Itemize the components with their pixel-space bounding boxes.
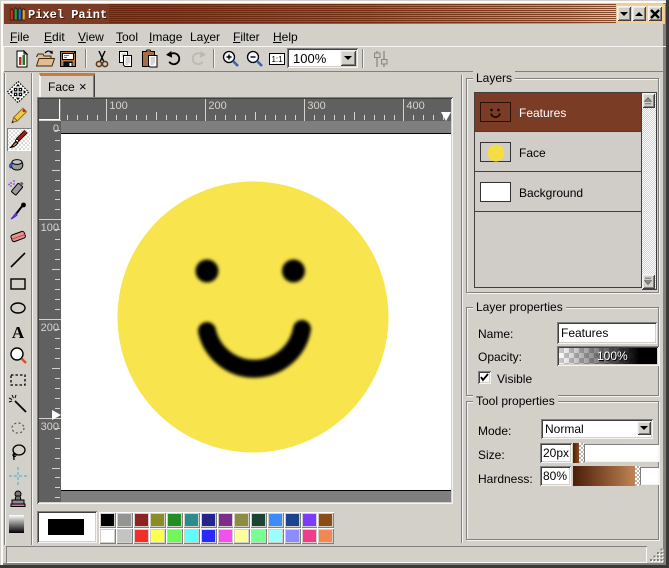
svg-text:1:1: 1:1	[271, 55, 283, 64]
svg-text:A: A	[12, 323, 25, 342]
